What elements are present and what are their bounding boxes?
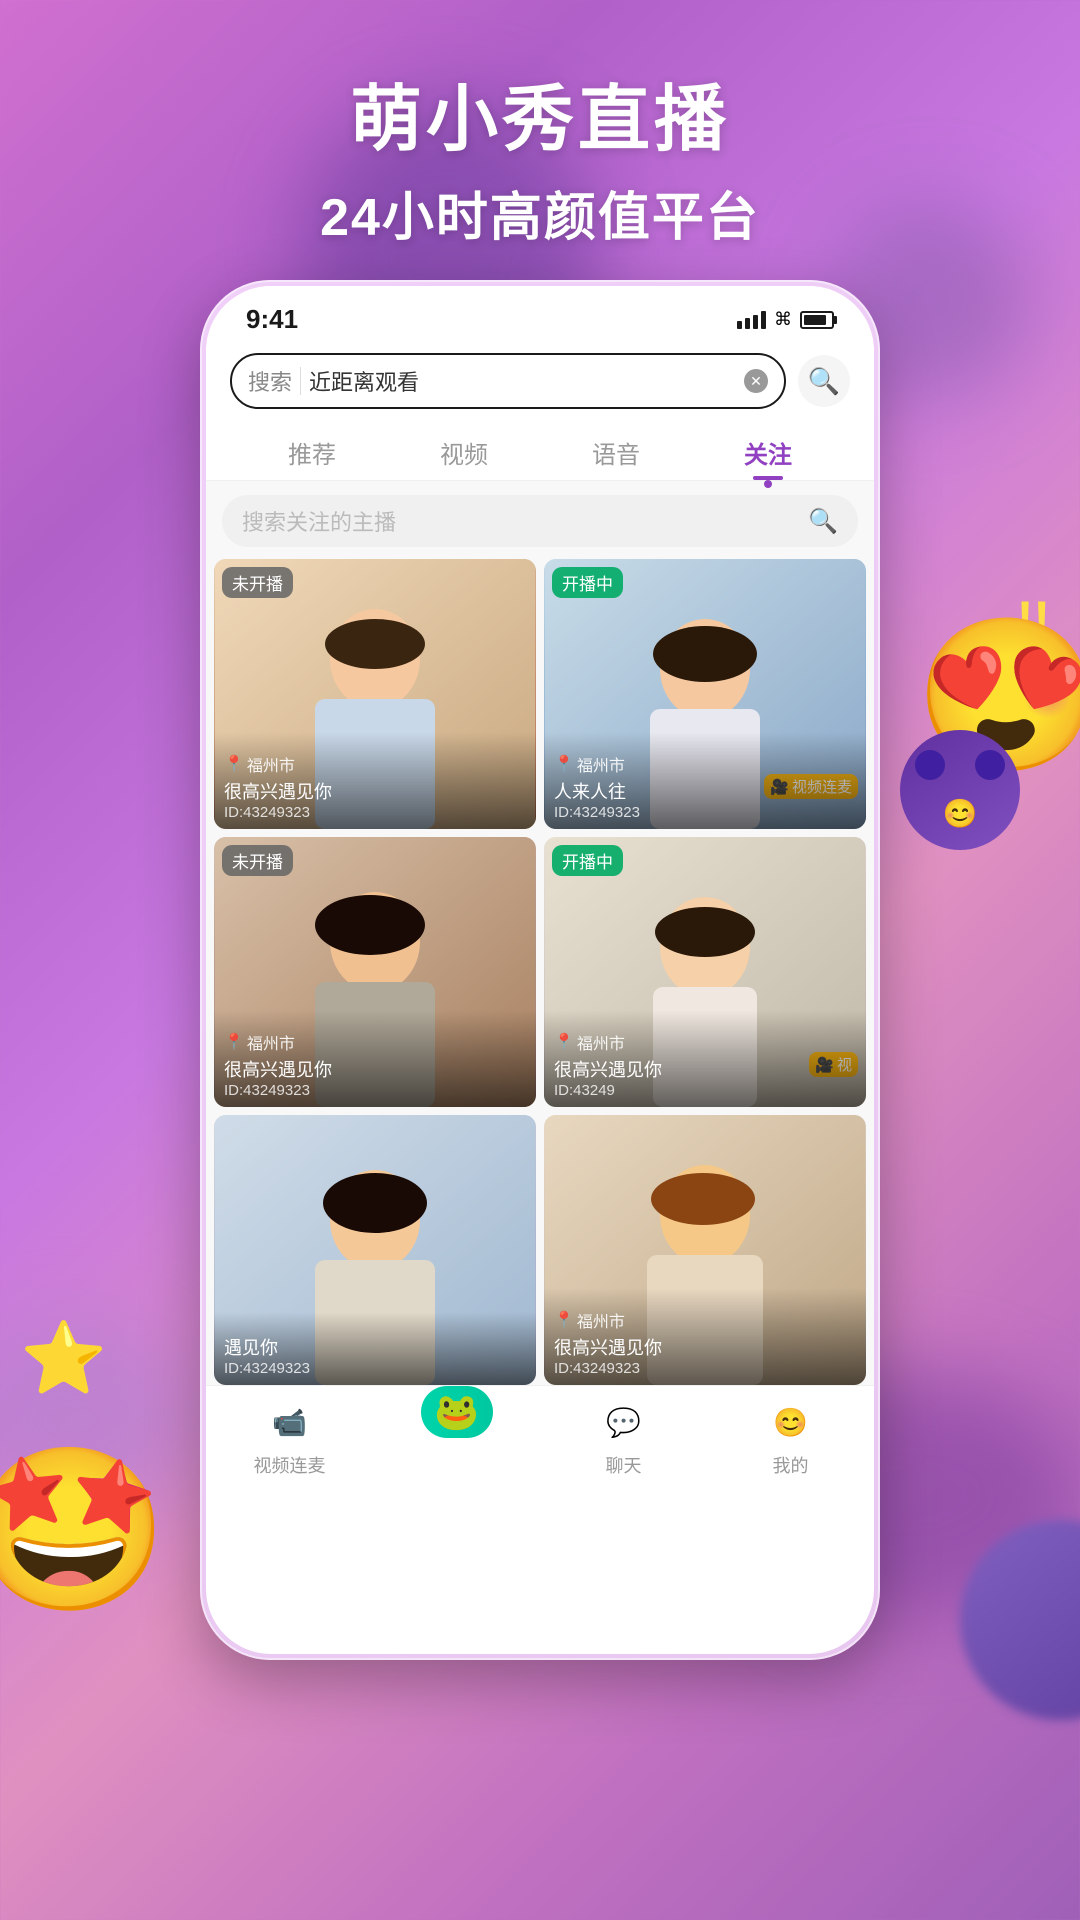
nav-chat-label: 聊天 [606, 1452, 642, 1478]
card-name-6: 很高兴遇见你 [554, 1334, 856, 1360]
star-decoration: ⭐ [20, 1318, 107, 1400]
signal-icon [737, 311, 766, 329]
app-subtitle: 24小时高颜值平台 [0, 175, 1080, 250]
card-badge-3: 未开播 [222, 845, 293, 876]
nav-home[interactable]: 🐸 [373, 1386, 540, 1478]
card-info-5: 遇见你 ID:43249323 [214, 1312, 536, 1385]
header-section: 萌小秀直播 24小时高颜值平台 [0, 60, 1080, 250]
card-info-6: 📍福州市 很高兴遇见你 ID:43249323 [544, 1288, 866, 1385]
nav-me[interactable]: 😊 我的 [707, 1396, 874, 1478]
tab-active-indicator [764, 480, 772, 488]
search-input-text[interactable]: 近距离观看 [309, 365, 736, 397]
status-icons: ⌘ [737, 309, 834, 330]
card-info-4: 📍福州市 很高兴遇见你 ID:43249 [544, 1010, 866, 1107]
tab-voice[interactable]: 语音 [540, 421, 692, 480]
tab-follow[interactable]: 关注 [692, 421, 844, 480]
streamer-card-2[interactable]: 开播中 🎥视频连麦 📍福州市 人来人往 ID:432 [544, 559, 866, 829]
tab-recommend[interactable]: 推荐 [236, 421, 388, 480]
streamer-card-5[interactable]: 遇见你 ID:43249323 [214, 1115, 536, 1385]
emoji-left: 🤩 [0, 1450, 169, 1610]
streamer-card-3[interactable]: 未开播 📍福州市 很高兴遇见你 ID:43249323 [214, 837, 536, 1107]
streamer-card-4[interactable]: 开播中 🎥视 📍福州市 很高兴遇见你 ID:4324 [544, 837, 866, 1107]
search-clear-button[interactable]: ✕ [744, 369, 768, 393]
card-name-2: 人来人往 [554, 778, 856, 804]
search-icon: 🔍 [808, 366, 840, 397]
wifi-icon: ⌘ [774, 309, 792, 330]
streamer-card-1[interactable]: 未开播 📍福州市 很高兴遇见你 ID:43249323 [214, 559, 536, 829]
card-location-6: 📍福州市 [554, 1308, 856, 1332]
tab-bar: 推荐 视频 语音 关注 [206, 421, 874, 481]
search-label: 搜索 [248, 365, 292, 397]
nav-me-icon: 😊 [765, 1396, 817, 1448]
card-badge-4: 开播中 [552, 845, 623, 876]
card-id-4: ID:43249 [554, 1082, 856, 1099]
card-badge-2: 开播中 [552, 567, 623, 598]
card-id-3: ID:43249323 [224, 1082, 526, 1099]
search-divider [300, 367, 301, 395]
nav-me-label: 我的 [773, 1452, 809, 1478]
card-info-3: 📍福州市 很高兴遇见你 ID:43249323 [214, 1010, 536, 1107]
phone-mockup: 9:41 ⌘ 搜索 [200, 280, 880, 1660]
content-area: 搜索关注的主播 🔍 [206, 481, 874, 1385]
character-decoration: 😊 [870, 730, 1050, 930]
card-location-4: 📍福州市 [554, 1030, 856, 1054]
nav-video-link-icon: 📹 [264, 1396, 316, 1448]
search-area: 搜索 近距离观看 ✕ 🔍 [206, 345, 874, 421]
search-hosts-icon: 🔍 [808, 507, 838, 536]
card-info-1: 📍福州市 很高兴遇见你 ID:43249323 [214, 732, 536, 829]
phone-screen: 9:41 ⌘ 搜索 [206, 286, 874, 1654]
card-id-2: ID:43249323 [554, 804, 856, 821]
search-button[interactable]: 🔍 [798, 355, 850, 407]
card-name-3: 很高兴遇见你 [224, 1056, 526, 1082]
bottom-navigation: 📹 视频连麦 🐸 💬 聊天 😊 [206, 1385, 874, 1498]
tab-video[interactable]: 视频 [388, 421, 540, 480]
battery-icon [800, 311, 834, 329]
card-id-1: ID:43249323 [224, 804, 526, 821]
status-time: 9:41 [246, 304, 298, 335]
nav-chat-icon: 💬 [598, 1396, 650, 1448]
status-bar: 9:41 ⌘ [206, 286, 874, 345]
nav-video-link[interactable]: 📹 视频连麦 [206, 1396, 373, 1478]
search-bar[interactable]: 搜索 近距离观看 ✕ [230, 353, 786, 409]
card-location-2: 📍福州市 [554, 752, 856, 776]
streamer-grid: 未开播 📍福州市 很高兴遇见你 ID:43249323 [206, 559, 874, 1385]
card-id-5: ID:43249323 [224, 1360, 526, 1377]
streamer-card-6[interactable]: 📍福州市 很高兴遇见你 ID:43249323 [544, 1115, 866, 1385]
nav-video-link-label: 视频连麦 [254, 1452, 326, 1478]
phone-frame: 9:41 ⌘ 搜索 [200, 280, 880, 1660]
nav-home-icon-bg: 🐸 [421, 1386, 493, 1438]
nav-chat[interactable]: 💬 聊天 [540, 1396, 707, 1478]
search-hosts-bar[interactable]: 搜索关注的主播 🔍 [222, 495, 858, 547]
card-location-1: 📍福州市 [224, 752, 526, 776]
card-id-6: ID:43249323 [554, 1360, 856, 1377]
card-name-5: 遇见你 [224, 1334, 526, 1360]
app-title: 萌小秀直播 [0, 60, 1080, 165]
card-name-4: 很高兴遇见你 [554, 1056, 856, 1082]
card-name-1: 很高兴遇见你 [224, 778, 526, 804]
card-info-2: 📍福州市 人来人往 ID:43249323 [544, 732, 866, 829]
search-hosts-placeholder: 搜索关注的主播 [242, 505, 798, 537]
card-location-3: 📍福州市 [224, 1030, 526, 1054]
frog-icon: 🐸 [434, 1391, 479, 1433]
card-badge-1: 未开播 [222, 567, 293, 598]
